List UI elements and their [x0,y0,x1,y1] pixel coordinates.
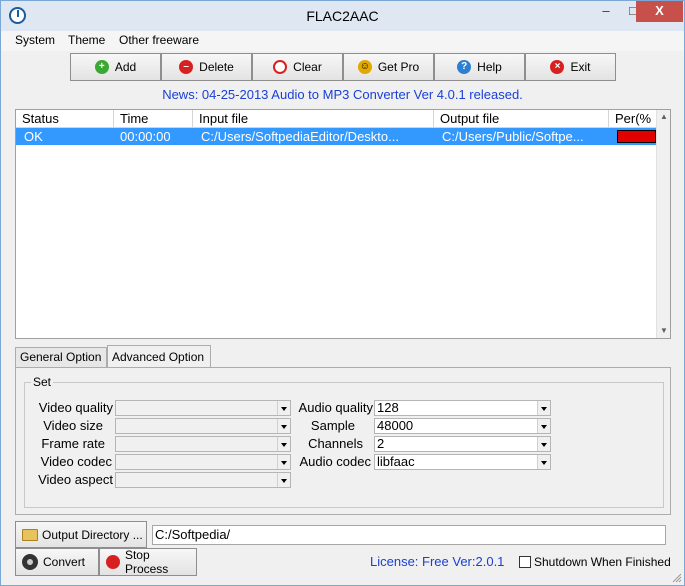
add-icon: + [94,60,109,74]
app-window: FLAC2AAC – □ X System Theme Other freewa… [0,0,685,586]
sample-label: Sample [310,418,355,433]
video-size-select[interactable] [115,418,291,434]
minimize-button[interactable]: – [593,1,619,22]
chevron-down-icon[interactable] [537,455,550,469]
shutdown-label[interactable]: Shutdown When Finished [534,555,671,569]
tab-general-option[interactable]: General Option [15,347,107,368]
exit-button[interactable]: × Exit [525,53,616,81]
sample-select[interactable]: 48000 [374,418,551,434]
table-row[interactable]: OK 00:00:00 C:/Users/SoftpediaEditor/Des… [16,128,657,145]
get-pro-button-label: Get Pro [377,60,420,74]
file-list-header: Status Time Input file Output file Per(% [16,110,657,128]
channels-label: Channels [308,436,363,451]
channels-select[interactable]: 2 [374,436,551,452]
chevron-down-icon[interactable] [537,401,550,415]
help-button-label: Help [477,60,502,74]
stop-icon [106,555,120,569]
video-quality-select[interactable] [115,400,291,416]
chevron-down-icon[interactable] [537,437,550,451]
add-button-label: Add [114,60,137,74]
frame-rate-select[interactable] [115,436,291,452]
video-codec-select[interactable] [115,454,291,470]
vertical-scrollbar[interactable]: ▲ ▼ [656,110,670,338]
chevron-down-icon[interactable] [277,473,290,487]
help-button[interactable]: ? Help [434,53,525,81]
audio-codec-select[interactable]: libfaac [374,454,551,470]
chevron-down-icon[interactable] [537,419,550,433]
delete-button-label: Delete [199,60,234,74]
video-quality-label: Video quality [38,400,113,415]
menu-system[interactable]: System [15,33,55,47]
stop-process-button[interactable]: Stop Process [99,548,197,576]
file-list[interactable]: Status Time Input file Output file Per(%… [15,109,671,339]
folder-icon [22,528,38,541]
clear-button[interactable]: Clear [252,53,343,81]
clear-button-label: Clear [293,60,322,74]
delete-icon: – [179,60,194,74]
column-time[interactable]: Time [114,110,193,128]
audio-quality-select[interactable]: 128 [374,400,551,416]
exit-icon: × [550,60,565,74]
menu-bar: System Theme Other freeware [1,31,684,51]
output-directory-field[interactable]: C:/Softpedia/ [152,525,666,545]
output-directory-label: Output Directory ... [42,527,143,542]
convert-button-label: Convert [43,555,86,569]
channels-value: 2 [377,436,385,451]
video-size-label: Video size [43,418,103,433]
output-directory-button[interactable]: Output Directory ... [15,521,147,548]
row-time: 00:00:00 [120,129,171,144]
help-icon: ? [457,60,472,74]
audio-codec-value: libfaac [377,454,415,469]
tab-advanced-option[interactable]: Advanced Option [107,345,211,368]
row-status: OK [24,129,43,144]
video-aspect-label: Video aspect [38,472,113,487]
row-input-file: C:/Users/SoftpediaEditor/Deskto... [201,129,399,144]
exit-button-label: Exit [570,60,591,74]
column-percent[interactable]: Per(% [609,110,657,128]
set-group-label: Set [31,375,54,389]
column-input-file[interactable]: Input file [193,110,434,128]
news-link[interactable]: News: 04-25-2013 Audio to MP3 Converter … [1,87,684,102]
advanced-option-panel: Set Video quality Video size Frame rate … [15,367,671,515]
audio-quality-label: Audio quality [298,400,373,415]
film-reel-icon [22,554,38,570]
window-title: FLAC2AAC [306,8,379,24]
sample-value: 48000 [377,418,414,433]
menu-theme[interactable]: Theme [68,33,105,47]
clear-icon [273,60,288,74]
video-aspect-select[interactable] [115,472,291,488]
audio-codec-label: Audio codec [299,454,371,469]
license-text: License: Free Ver:2.0.1 [370,554,505,569]
video-codec-label: Video codec [40,454,112,469]
row-progress-bar [617,130,656,143]
shutdown-checkbox[interactable] [519,556,531,568]
delete-button[interactable]: – Delete [161,53,252,81]
convert-button[interactable]: Convert [15,548,99,576]
scroll-down-icon[interactable]: ▼ [657,324,671,338]
set-group: Set Video quality Video size Frame rate … [24,375,664,508]
menu-other-freeware[interactable]: Other freeware [119,33,199,47]
get-pro-button[interactable]: ☺ Get Pro [343,53,434,81]
scroll-up-icon[interactable]: ▲ [657,110,671,124]
smiley-icon: ☺ [357,60,372,74]
column-status[interactable]: Status [16,110,114,128]
column-output-file[interactable]: Output file [434,110,609,128]
title-bar[interactable]: FLAC2AAC – □ X [1,1,684,31]
row-output-file: C:/Users/Public/Softpe... [442,129,584,144]
add-button[interactable]: + Add [70,53,161,81]
resize-grip-icon[interactable] [672,573,682,583]
frame-rate-label: Frame rate [41,436,105,451]
close-button[interactable]: X [636,1,683,22]
audio-quality-value: 128 [377,400,399,415]
stop-process-button-label: Stop Process [124,548,169,576]
